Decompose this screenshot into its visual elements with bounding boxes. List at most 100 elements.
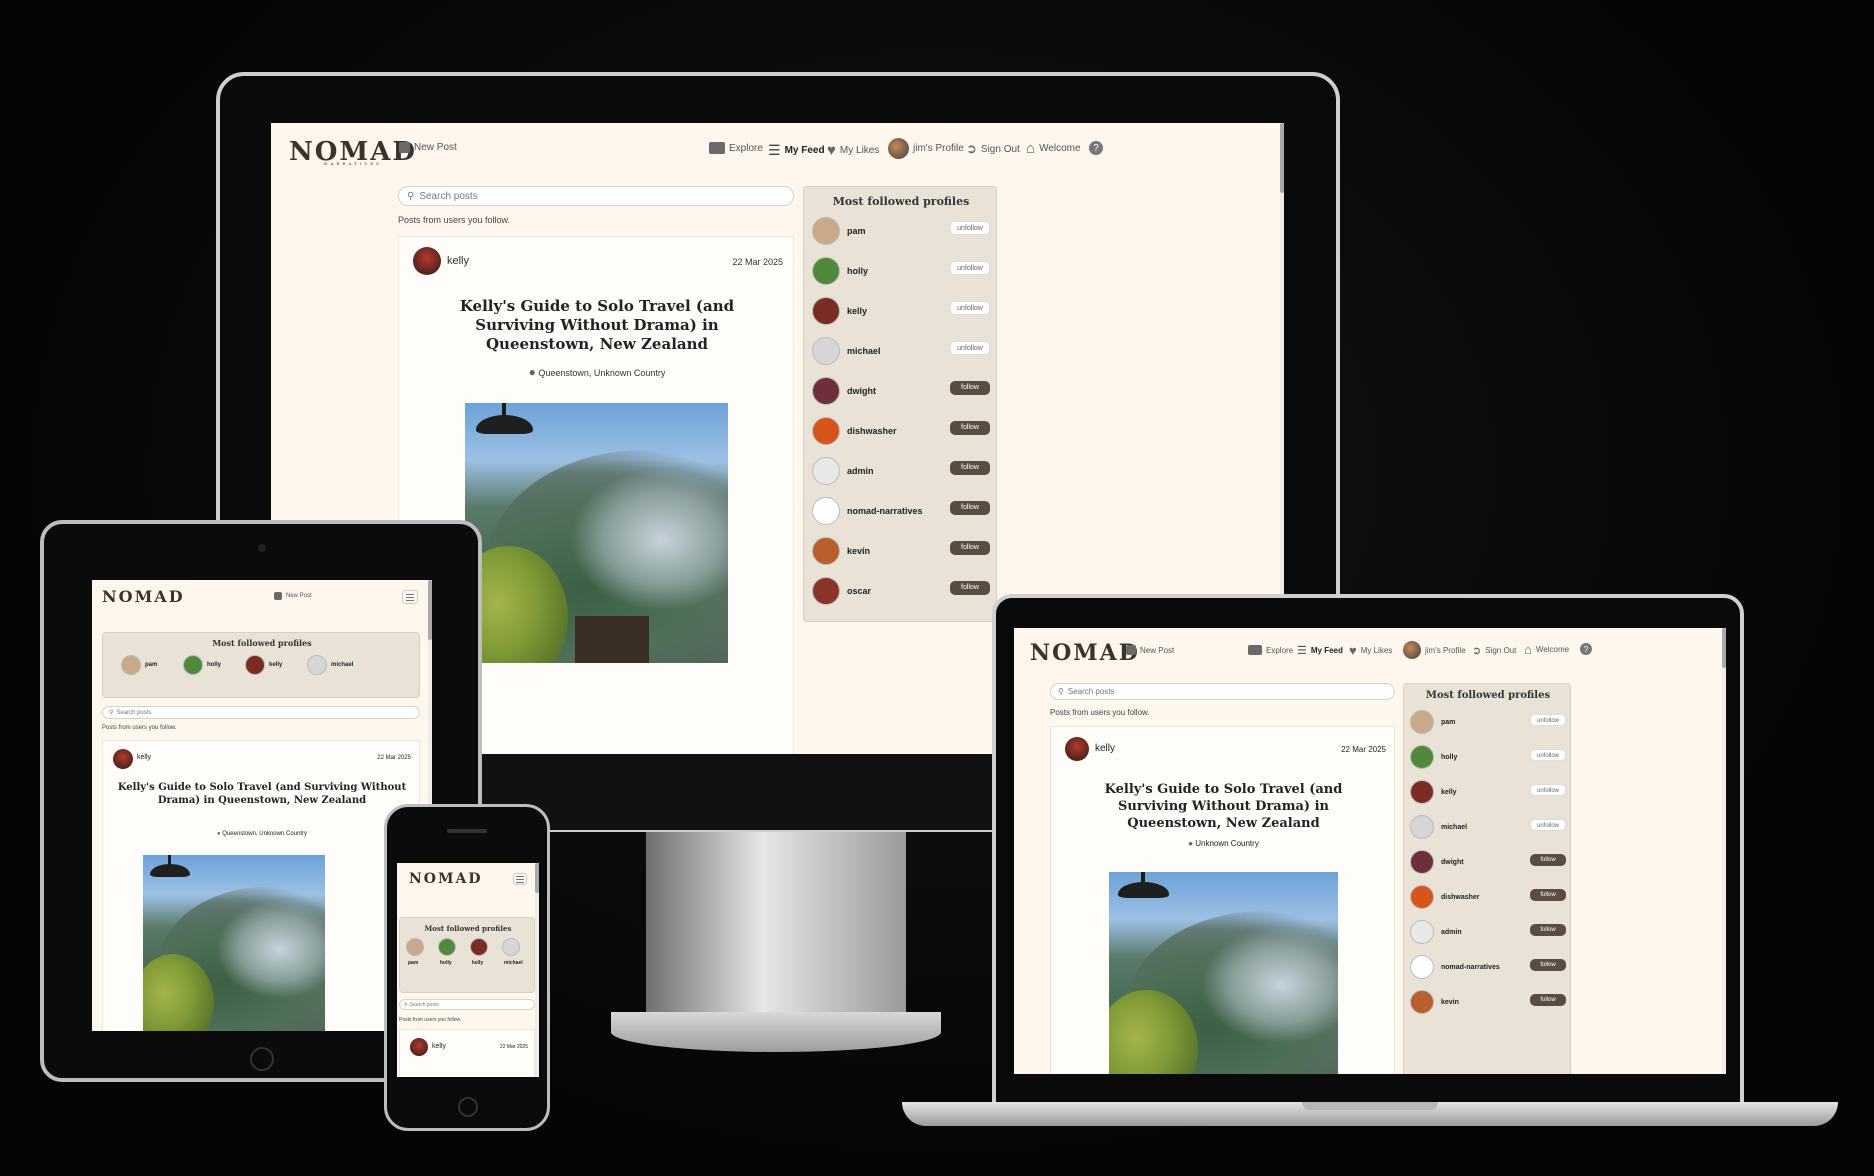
nav-my-likes[interactable]: ♥ My Likes	[827, 142, 879, 159]
avatar[interactable]	[502, 938, 520, 956]
nav-profile[interactable]: jim's Profile	[888, 138, 964, 159]
avatar[interactable]	[438, 938, 456, 956]
new-post-link[interactable]: New Post	[399, 142, 457, 153]
sidebar-profile-pam[interactable]: pam	[1410, 710, 1455, 734]
avatar	[812, 577, 840, 605]
post-card[interactable]: kelly 22 Mar 2025	[399, 1029, 535, 1077]
post-card[interactable]: kelly 22 Mar 2025 Kelly's Guide to Solo …	[102, 740, 420, 1031]
follow-button[interactable]: follow	[950, 581, 990, 595]
scrollbar[interactable]	[535, 863, 539, 1077]
search-input[interactable]: ⚲ Search posts	[399, 999, 535, 1010]
nav-welcome[interactable]: ⌂ Welcome	[1026, 140, 1081, 157]
post-author[interactable]: kelly	[432, 1043, 446, 1050]
sidebar-profile-kelly[interactable]: kelly	[812, 297, 867, 325]
nav-sign-out[interactable]: ➲ Sign Out	[966, 141, 1020, 157]
help-icon[interactable]: ?	[1089, 141, 1103, 155]
avatar[interactable]	[307, 655, 327, 675]
sidebar-profile-nomad-narratives[interactable]: nomad-narratives	[1410, 955, 1500, 979]
follow-button[interactable]: follow	[1530, 924, 1566, 936]
scrollbar[interactable]	[1722, 628, 1726, 1074]
nav-my-likes[interactable]: ♥ My Likes	[1349, 643, 1392, 658]
sidebar-profile-dwight[interactable]: dwight	[1410, 850, 1464, 874]
nav-welcome[interactable]: ⌂ Welcome	[1524, 642, 1569, 657]
follow-button[interactable]: follow	[1530, 994, 1566, 1006]
post-location: ● Queenstown, Unknown Country	[216, 831, 307, 837]
post-title[interactable]: Kelly's Guide to Solo Travel (and Surviv…	[1069, 781, 1378, 832]
search-input[interactable]: ⚲ Search posts	[398, 186, 794, 206]
post-card[interactable]: kelly 22 Mar 2025 Kelly's Guide to Solo …	[1050, 726, 1395, 1074]
unfollow-button[interactable]: unfollow	[1530, 749, 1566, 761]
sidebar-profile-dwight[interactable]: dwight	[812, 377, 876, 405]
follow-button[interactable]: follow	[950, 381, 990, 395]
nav-my-feed[interactable]: ☰ My Feed	[768, 142, 825, 159]
unfollow-button[interactable]: unfollow	[1530, 784, 1566, 796]
avatar[interactable]	[183, 655, 203, 675]
post-image[interactable]	[143, 855, 325, 1031]
sidebar-profile-admin[interactable]: admin	[812, 457, 874, 485]
sidebar-profile-oscar[interactable]: oscar	[812, 577, 871, 605]
sidebar-profile-holly[interactable]: holly	[812, 257, 868, 285]
profile-name[interactable]: holly	[440, 960, 452, 966]
menu-toggle-button[interactable]	[402, 590, 418, 604]
brand-logo[interactable]: NOMAD	[409, 872, 483, 886]
post-title[interactable]: Kelly's Guide to Solo Travel (and Surviv…	[419, 297, 775, 354]
follow-button[interactable]: follow	[950, 421, 990, 435]
profile-name[interactable]: michael	[331, 662, 353, 668]
new-post-link[interactable]: New Post	[1126, 645, 1174, 655]
sidebar-profile-kelly[interactable]: kelly	[1410, 780, 1457, 804]
avatar[interactable]	[121, 655, 141, 675]
sidebar-profile-admin[interactable]: admin	[1410, 920, 1462, 944]
profile-name[interactable]: michael	[504, 960, 523, 966]
profile-name: dwight	[1441, 858, 1464, 866]
sidebar-profile-michael[interactable]: michael	[1410, 815, 1467, 839]
sidebar-profile-kevin[interactable]: kevin	[812, 537, 870, 565]
follow-button[interactable]: follow	[1530, 889, 1566, 901]
sidebar-profile-nomad-narratives[interactable]: nomad-narratives	[812, 497, 923, 525]
menu-toggle-button[interactable]	[513, 873, 527, 885]
avatar[interactable]	[406, 938, 424, 956]
unfollow-button[interactable]: unfollow	[1530, 714, 1566, 726]
nav-explore[interactable]: Explore	[709, 142, 763, 154]
avatar[interactable]	[470, 938, 488, 956]
search-input[interactable]: ⚲ Search posts	[1050, 683, 1395, 700]
sidebar-profile-kevin[interactable]: kevin	[1410, 990, 1459, 1014]
avatar[interactable]	[245, 655, 265, 675]
sidebar-profile-michael[interactable]: michael	[812, 337, 881, 365]
post-title[interactable]: Kelly's Guide to Solo Travel (and Surviv…	[115, 781, 409, 807]
follow-button[interactable]: follow	[1530, 854, 1566, 866]
sidebar-profile-holly[interactable]: holly	[1410, 745, 1457, 769]
brand-logo[interactable]: NOMAD	[102, 589, 185, 605]
follow-button[interactable]: follow	[950, 501, 990, 515]
unfollow-button[interactable]: unfollow	[950, 221, 990, 235]
profile-name[interactable]: pam	[145, 662, 157, 668]
nav-explore[interactable]: Explore	[1248, 645, 1293, 655]
brand-logo[interactable]: NOMAD NARRATIVES	[289, 139, 417, 166]
unfollow-button[interactable]: unfollow	[1530, 819, 1566, 831]
follow-button[interactable]: follow	[950, 461, 990, 475]
profile-name[interactable]: pam	[408, 960, 418, 966]
help-icon[interactable]: ?	[1580, 643, 1592, 655]
sidebar-profile-dishwasher[interactable]: dishwasher	[812, 417, 897, 445]
unfollow-button[interactable]: unfollow	[950, 341, 990, 355]
sidebar-profile-pam[interactable]: pam	[812, 217, 866, 245]
post-author[interactable]: kelly	[1095, 743, 1115, 754]
follow-button[interactable]: follow	[1530, 959, 1566, 971]
sidebar-profile-dishwasher[interactable]: dishwasher	[1410, 885, 1480, 909]
new-post-link[interactable]: New Post	[274, 592, 312, 600]
post-image[interactable]	[465, 403, 728, 663]
nav-my-feed[interactable]: ☰ My Feed	[1297, 644, 1343, 657]
post-author[interactable]: kelly	[137, 754, 151, 761]
profile-name[interactable]: kelly	[472, 960, 483, 966]
brand-logo[interactable]: NOMAD	[1030, 642, 1140, 664]
unfollow-button[interactable]: unfollow	[950, 301, 990, 315]
follow-button[interactable]: follow	[950, 541, 990, 555]
profile-name[interactable]: holly	[207, 662, 221, 668]
nav-profile[interactable]: jim's Profile	[1403, 641, 1466, 659]
post-image[interactable]	[1109, 872, 1338, 1074]
profile-name: holly	[1441, 753, 1458, 761]
unfollow-button[interactable]: unfollow	[950, 261, 990, 275]
profile-name[interactable]: kelly	[269, 662, 282, 668]
post-author[interactable]: kelly	[447, 255, 469, 267]
search-input[interactable]: ⚲ Search posts	[102, 706, 420, 719]
nav-sign-out[interactable]: ➲ Sign Out	[1472, 644, 1516, 657]
